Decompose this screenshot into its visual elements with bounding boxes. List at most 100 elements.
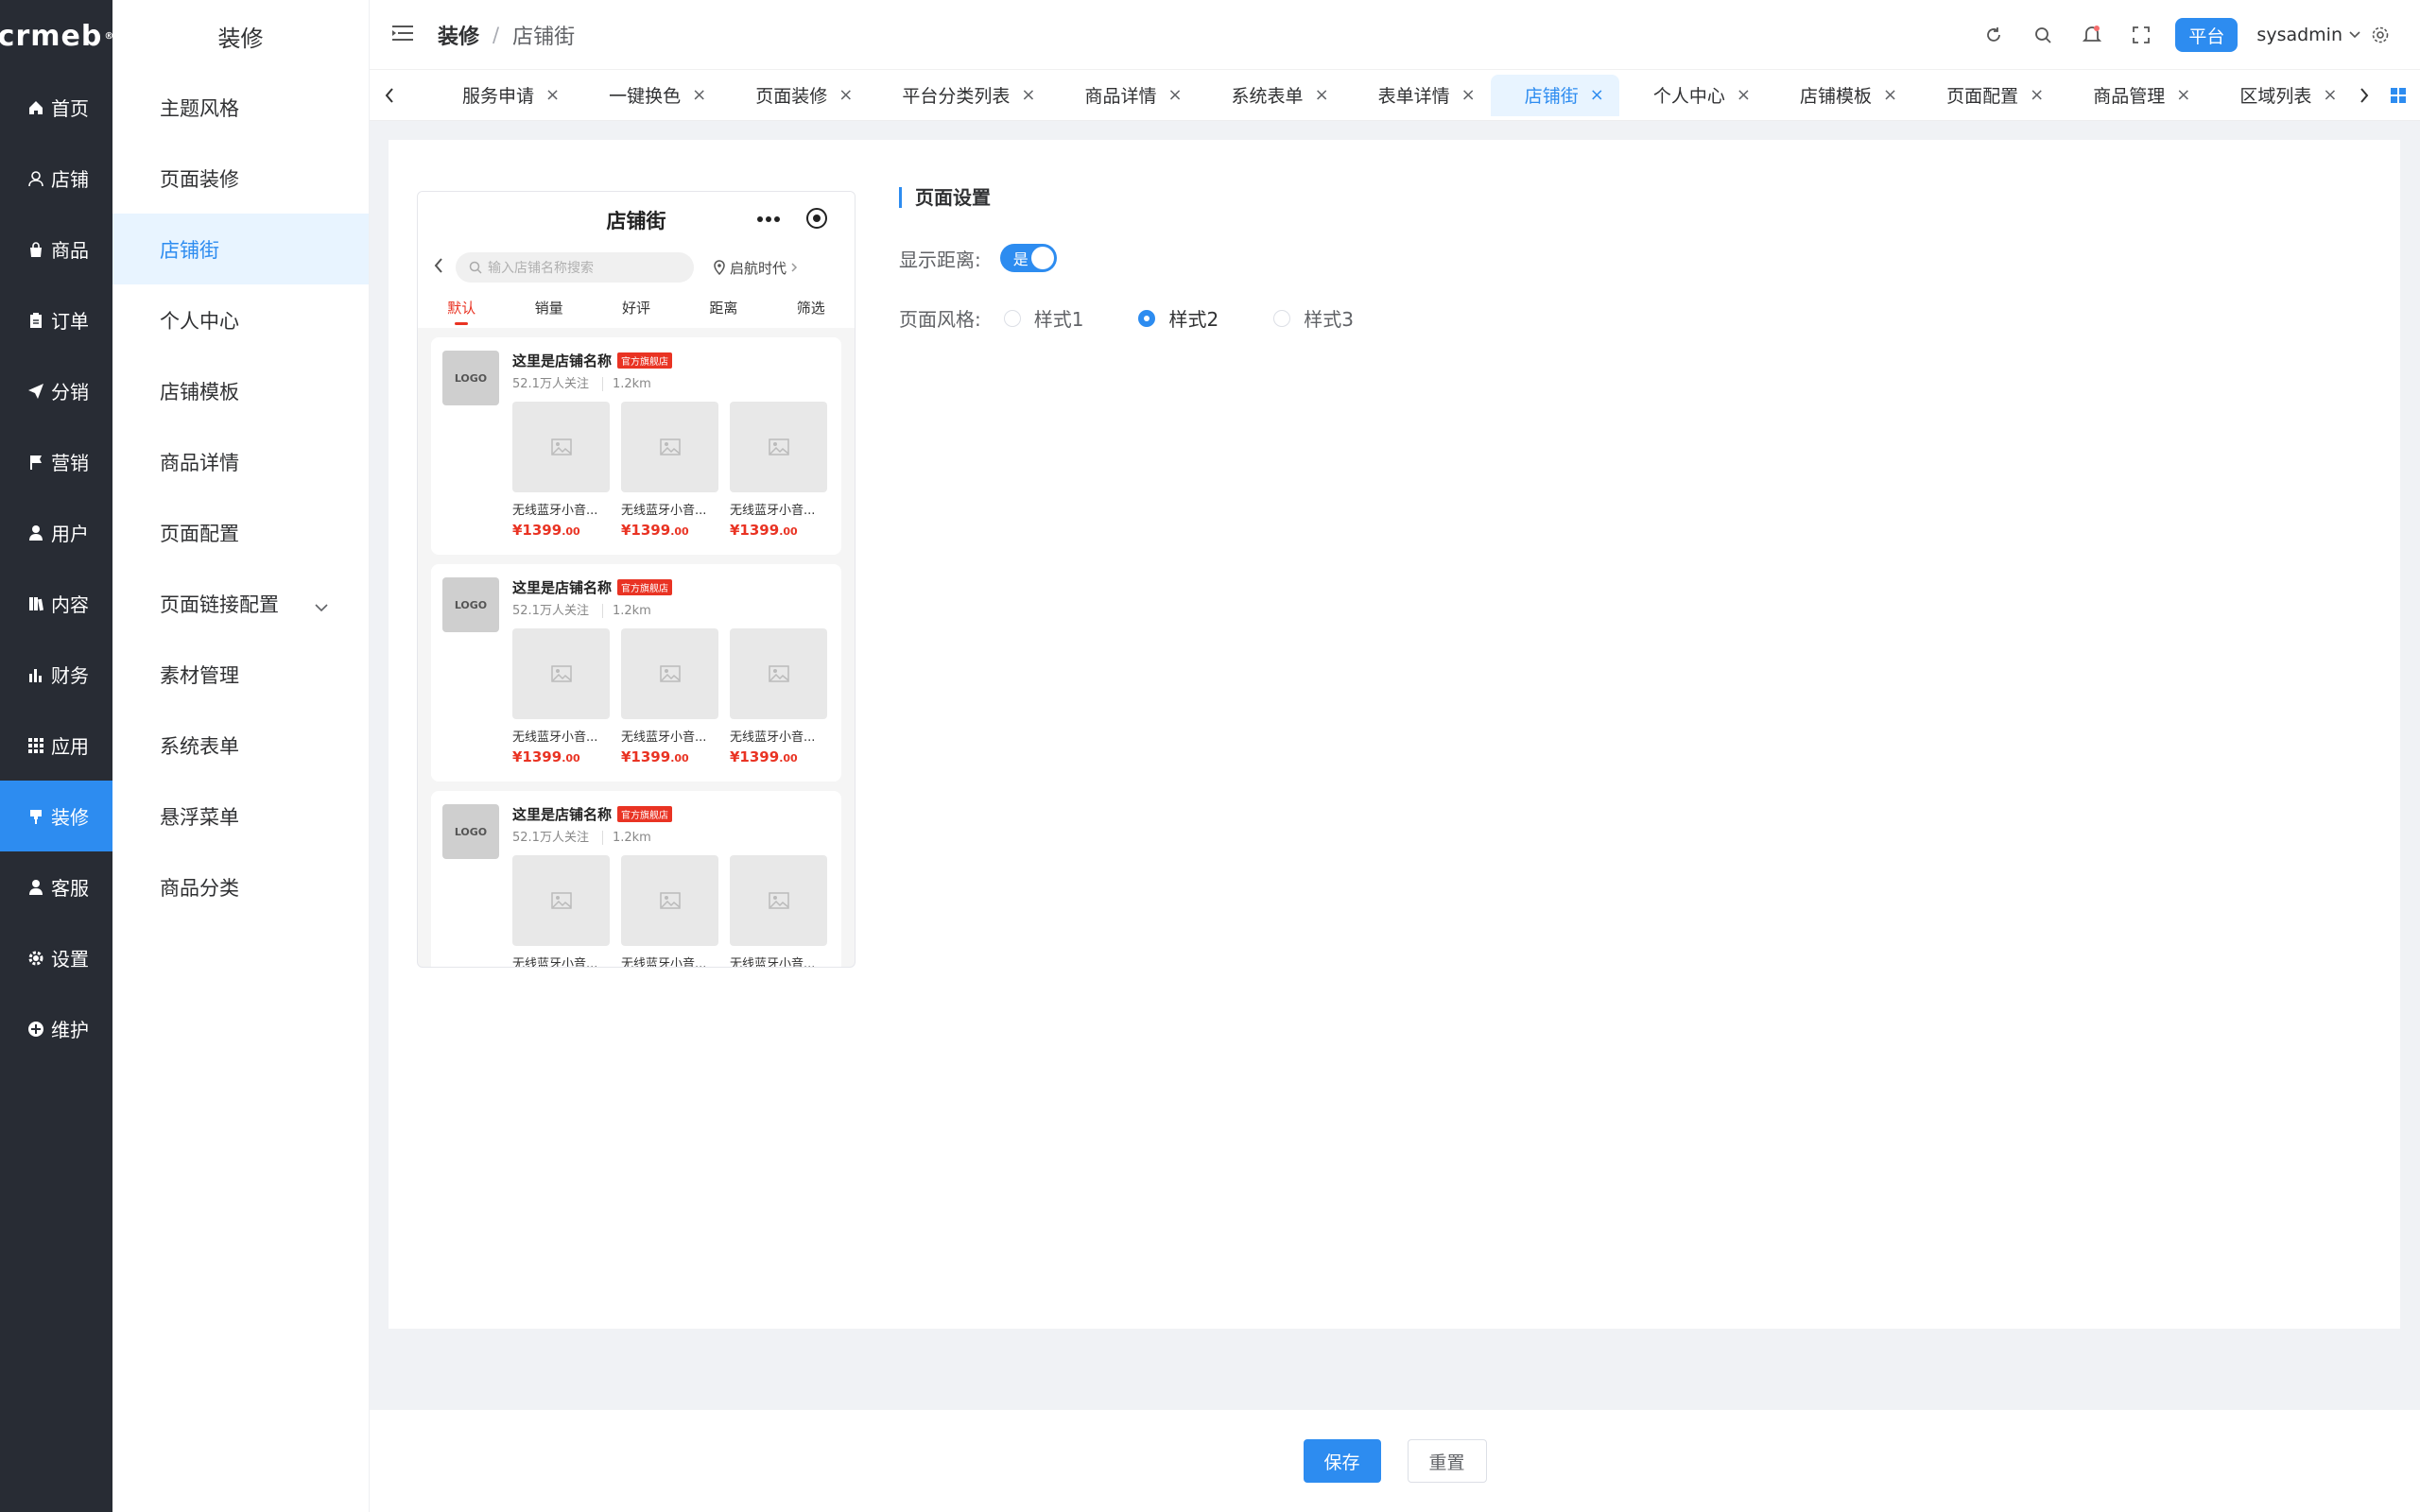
tab-4[interactable]: 商品详情 × bbox=[1050, 75, 1197, 116]
platform-badge[interactable]: 平台 bbox=[2175, 18, 2238, 52]
preview-filter-0: 默认 bbox=[447, 299, 476, 325]
tab-1[interactable]: 一键换色 × bbox=[575, 75, 721, 116]
settings-gear-icon[interactable] bbox=[2361, 0, 2399, 70]
sub-menu-item-6[interactable]: 页面配置 bbox=[112, 497, 369, 568]
tab-6[interactable]: 表单详情 × bbox=[1344, 75, 1491, 116]
image-placeholder-icon bbox=[512, 628, 610, 719]
brand-logo[interactable]: crmeb ® bbox=[0, 0, 113, 72]
tab-close-icon[interactable]: × bbox=[1315, 85, 1329, 105]
tabs-scroll-right-icon[interactable] bbox=[2352, 70, 2377, 121]
sub-menu-item-8[interactable]: 素材管理 bbox=[112, 639, 369, 710]
sub-menu-item-7[interactable]: 页面链接配置 bbox=[112, 568, 369, 639]
tab-close-icon[interactable]: × bbox=[2323, 85, 2337, 105]
product-name: 无线蓝牙小音... bbox=[730, 504, 816, 518]
sub-menu-label: 商品分类 bbox=[160, 876, 239, 900]
main-nav-label: 商品 bbox=[51, 239, 89, 262]
sub-menu-item-0[interactable]: 主题风格 bbox=[112, 72, 369, 143]
tab-3[interactable]: 平台分类列表 × bbox=[868, 75, 1050, 116]
sub-menu-item-5[interactable]: 商品详情 bbox=[112, 426, 369, 497]
product-price: ¥1399.00 bbox=[512, 522, 580, 539]
tab-close-icon[interactable]: × bbox=[2176, 85, 2190, 105]
sub-menu-item-10[interactable]: 悬浮菜单 bbox=[112, 781, 369, 851]
sub-menu-label: 个人中心 bbox=[160, 309, 239, 333]
sub-menu: 装修 主题风格 页面装修 店铺街 个人中心 店铺模板 商品详情 页面配置 页面链接配置 素材管理… bbox=[112, 0, 370, 1512]
tab-2[interactable]: 页面装修 × bbox=[721, 75, 868, 116]
tab-7[interactable]: 店铺街 × bbox=[1490, 74, 1619, 116]
preview-product: 无线蓝牙小音...¥1399.00 bbox=[621, 855, 718, 967]
sub-menu-item-2[interactable]: 店铺街 bbox=[112, 214, 369, 284]
tab-12[interactable]: 区域列表 × bbox=[2205, 75, 2352, 116]
tab-label: 个人中心 bbox=[1652, 86, 1725, 107]
sub-menu-item-1[interactable]: 页面装修 bbox=[112, 143, 369, 214]
target-icon bbox=[805, 207, 828, 233]
tab-close-icon[interactable]: × bbox=[1883, 85, 1897, 105]
sub-menu-label: 素材管理 bbox=[160, 663, 239, 687]
breadcrumb-separator: / bbox=[493, 23, 500, 46]
tab-close-icon[interactable]: × bbox=[1737, 85, 1751, 105]
style-radio-1[interactable]: 样式1 bbox=[1003, 304, 1083, 332]
tab-close-icon[interactable]: × bbox=[838, 85, 853, 105]
tabs-scroll-left-icon[interactable] bbox=[377, 70, 402, 121]
distance-toggle-switch[interactable]: 是 bbox=[999, 244, 1057, 272]
main-nav-item-12[interactable]: 设置 bbox=[0, 922, 112, 993]
tab-close-icon[interactable]: × bbox=[692, 85, 706, 105]
refresh-icon[interactable] bbox=[1969, 0, 2018, 70]
main-nav-item-8[interactable]: 财务 bbox=[0, 639, 112, 710]
tab-close-icon[interactable]: × bbox=[1461, 85, 1476, 105]
tabs-grid-menu-icon[interactable] bbox=[2377, 70, 2420, 121]
tab-label: 店铺模板 bbox=[1799, 86, 1872, 107]
user-menu[interactable]: sysadmin bbox=[2256, 25, 2361, 45]
fullscreen-icon[interactable] bbox=[2117, 0, 2166, 70]
preview-search-bar: 输入店铺名称搜索 启航时代 bbox=[418, 249, 855, 286]
tab-10[interactable]: 页面配置 × bbox=[1912, 75, 2059, 116]
main-nav-label: 应用 bbox=[51, 735, 89, 758]
tab-close-icon[interactable]: × bbox=[1590, 85, 1604, 105]
style-radio-3[interactable]: 样式3 bbox=[1273, 304, 1354, 332]
settings-section-title: 页面设置 bbox=[899, 187, 991, 208]
preview-product: 无线蓝牙小音...¥1399.00 bbox=[512, 855, 610, 968]
tab-close-icon[interactable]: × bbox=[1167, 85, 1182, 105]
tab-label: 系统表单 bbox=[1231, 86, 1304, 107]
tab-5[interactable]: 系统表单 × bbox=[1198, 75, 1344, 116]
main-nav-item-6[interactable]: 用户 bbox=[0, 497, 112, 568]
main-nav-item-0[interactable]: 首页 bbox=[0, 72, 112, 143]
main-nav-item-9[interactable]: 应用 bbox=[0, 710, 112, 781]
sub-menu-item-9[interactable]: 系统表单 bbox=[112, 710, 369, 781]
official-store-badge: 官方旗舰店 bbox=[617, 806, 673, 822]
sub-menu-label: 店铺模板 bbox=[160, 380, 239, 404]
main-nav-item-3[interactable]: 订单 bbox=[0, 284, 112, 355]
tab-8[interactable]: 个人中心 × bbox=[1619, 75, 1766, 116]
breadcrumb-parent[interactable]: 装修 bbox=[438, 20, 479, 50]
main-nav-item-13[interactable]: 维护 bbox=[0, 993, 112, 1064]
style-radio-2[interactable]: 样式2 bbox=[1138, 304, 1219, 332]
main-nav-item-11[interactable]: 客服 bbox=[0, 851, 112, 922]
main-nav-item-2[interactable]: 商品 bbox=[0, 214, 112, 284]
product-name: 无线蓝牙小音... bbox=[621, 730, 707, 745]
tab-close-icon[interactable]: × bbox=[2030, 85, 2044, 105]
tab-0[interactable]: 服务申请 × bbox=[428, 75, 575, 116]
reset-button[interactable]: 重置 bbox=[1407, 1439, 1487, 1483]
sub-menu-item-11[interactable]: 商品分类 bbox=[112, 851, 369, 922]
main-nav-label: 营销 bbox=[51, 452, 89, 474]
menu-collapse-icon[interactable] bbox=[392, 25, 413, 45]
tab-close-icon[interactable]: × bbox=[545, 85, 560, 105]
preview-shop-card: LOGO 这里是店铺名称官方旗舰店 52.1万人关注1.2km 无线蓝牙小音...¥1… bbox=[431, 791, 841, 968]
notification-bell-icon[interactable] bbox=[2067, 0, 2117, 70]
product-name: 无线蓝牙小音... bbox=[512, 957, 598, 968]
sub-menu-item-4[interactable]: 店铺模板 bbox=[112, 355, 369, 426]
tab-9[interactable]: 店铺模板 × bbox=[1766, 75, 1912, 116]
main-nav-label: 店铺 bbox=[51, 168, 89, 191]
main-nav-item-4[interactable]: 分销 bbox=[0, 355, 112, 426]
search-icon[interactable] bbox=[2018, 0, 2067, 70]
main-nav-item-5[interactable]: 营销 bbox=[0, 426, 112, 497]
tab-11[interactable]: 商品管理 × bbox=[2059, 75, 2205, 116]
tab-close-icon[interactable]: × bbox=[1021, 85, 1035, 105]
image-placeholder-icon bbox=[512, 855, 610, 946]
main-nav-item-7[interactable]: 内容 bbox=[0, 568, 112, 639]
sub-menu-item-3[interactable]: 个人中心 bbox=[112, 284, 369, 355]
preview-header: 店铺街 bbox=[418, 192, 855, 249]
main-nav-item-10[interactable]: 装修 bbox=[0, 781, 112, 851]
main-nav-item-1[interactable]: 店铺 bbox=[0, 143, 112, 214]
headset-icon bbox=[26, 878, 45, 897]
save-button[interactable]: 保存 bbox=[1303, 1439, 1381, 1483]
